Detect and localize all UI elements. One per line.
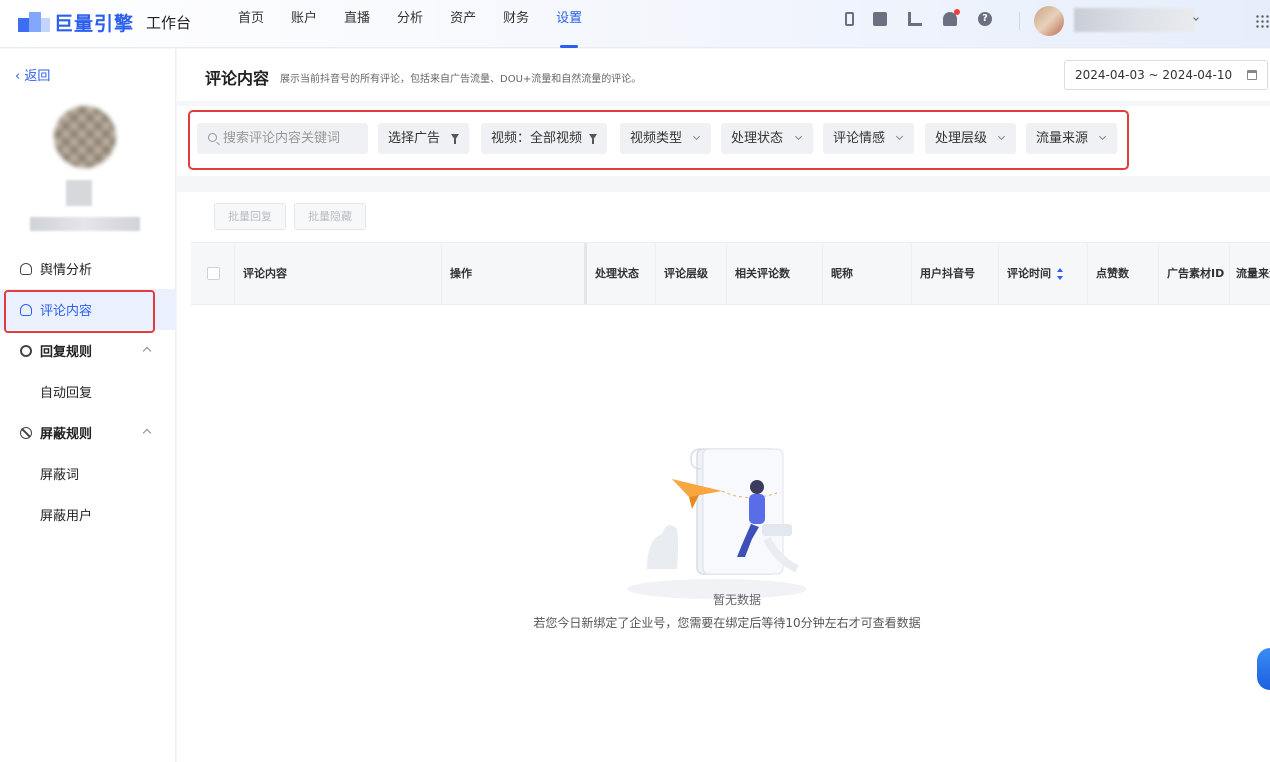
user-name-redacted[interactable] bbox=[1074, 8, 1196, 32]
main-nav: 首页 账户 直播 分析 资产 财务 设置 bbox=[238, 0, 609, 48]
column-header: 广告素材ID bbox=[1158, 243, 1230, 304]
workspace-label: 工作台 bbox=[146, 14, 192, 32]
bulk-hide-button[interactable]: 批量隐藏 bbox=[294, 203, 366, 230]
page-header: 评论内容 展示当前抖音号的所有评论，包括来自广告流量、DOU+流量和自然流量的评… bbox=[177, 49, 1270, 101]
chart-icon[interactable] bbox=[908, 12, 922, 26]
nav-analysis[interactable]: 分析 bbox=[397, 0, 423, 48]
column-header: 操作 bbox=[441, 243, 585, 304]
highlight-box-sidebar bbox=[4, 290, 155, 333]
highlight-box-filters bbox=[188, 110, 1129, 170]
calendar-icon bbox=[1247, 70, 1257, 80]
column-header: 评论层级 bbox=[655, 243, 727, 304]
select-all-checkbox[interactable] bbox=[207, 267, 220, 280]
brand-logo[interactable]: 巨量引擎 bbox=[18, 8, 134, 36]
notification-dot bbox=[954, 9, 960, 15]
column-header-label: 评论时间 bbox=[1007, 267, 1051, 280]
account-id-redacted bbox=[30, 217, 140, 231]
empty-state-title: 暂无数据 bbox=[712, 593, 761, 607]
sidebar-item-block-rules[interactable]: 屏蔽规则 bbox=[0, 412, 176, 453]
sidebar-item-blocked-words[interactable]: 屏蔽词 bbox=[0, 453, 176, 494]
back-link[interactable]: ‹ 返回 bbox=[15, 65, 50, 84]
date-range-picker[interactable]: 2024-04-03 ~ 2024-04-10 bbox=[1064, 60, 1268, 90]
column-header: 流量来源 bbox=[1229, 243, 1270, 304]
empty-state-illustration bbox=[627, 448, 807, 599]
brand-name: 巨量引擎 bbox=[54, 12, 135, 35]
sidebar-item-label: 舆情分析 bbox=[40, 263, 93, 278]
nav-live[interactable]: 直播 bbox=[344, 0, 370, 48]
help-icon[interactable]: ? bbox=[978, 12, 992, 26]
sidebar-item-label: 屏蔽词 bbox=[40, 468, 80, 483]
date-range-value: 2024-04-03 ~ 2024-04-10 bbox=[1075, 68, 1233, 82]
column-header: 昵称 bbox=[822, 243, 912, 304]
sort-icon[interactable] bbox=[1057, 268, 1064, 280]
table-header: 评论内容 操作 处理状态 评论层级 相关评论数 昵称 用户抖音号 评论时间 点赞… bbox=[191, 242, 1270, 305]
column-header: 评论内容 bbox=[234, 243, 442, 304]
bell-icon[interactable] bbox=[943, 9, 960, 26]
nav-account[interactable]: 账户 bbox=[291, 0, 317, 48]
select-all-cell bbox=[191, 243, 235, 304]
sidebar: ‹ 返回 舆情分析 评论内容 回复规则 自动回复 屏蔽规则 屏蔽词 屏蔽用户 bbox=[0, 49, 176, 762]
nav-assets[interactable]: 资产 bbox=[450, 0, 476, 48]
phone-icon[interactable] bbox=[845, 12, 854, 26]
sidebar-item-blocked-users[interactable]: 屏蔽用户 bbox=[0, 494, 176, 535]
nav-settings[interactable]: 设置 bbox=[556, 0, 582, 48]
chevron-up-icon bbox=[142, 346, 152, 356]
sidebar-item-label: 回复规则 bbox=[40, 345, 93, 360]
nav-home[interactable]: 首页 bbox=[238, 0, 264, 48]
user-avatar[interactable] bbox=[1034, 6, 1064, 36]
divider bbox=[1019, 12, 1020, 30]
logo-mark-icon bbox=[18, 10, 50, 34]
sidebar-item-label: 自动回复 bbox=[40, 386, 93, 401]
nav-finance[interactable]: 财务 bbox=[503, 0, 529, 48]
empty-state-description: 若您今日新绑定了企业号，您需要在绑定后等待10分钟左右才可查看数据 bbox=[533, 616, 921, 630]
apps-grid-icon[interactable] bbox=[1255, 14, 1269, 28]
column-header: 处理状态 bbox=[584, 243, 656, 304]
column-header-sortable[interactable]: 评论时间 bbox=[998, 243, 1088, 304]
account-info-redacted bbox=[66, 180, 92, 206]
bulk-reply-button[interactable]: 批量回复 bbox=[214, 203, 286, 230]
top-navigation-bar: 巨量引擎 工作台 首页 账户 直播 分析 资产 财务 设置 ? bbox=[0, 0, 1270, 48]
sidebar-item-reply-rules[interactable]: 回复规则 bbox=[0, 330, 176, 371]
column-header: 点赞数 bbox=[1087, 243, 1159, 304]
sidebar-item-label: 屏蔽规则 bbox=[40, 427, 93, 442]
ban-icon bbox=[20, 426, 32, 439]
toolbar-icons: ? bbox=[843, 9, 1013, 26]
account-avatar bbox=[54, 106, 116, 168]
sidebar-item-label: 屏蔽用户 bbox=[40, 509, 93, 524]
chevron-up-icon bbox=[142, 428, 152, 438]
clipboard-icon[interactable] bbox=[873, 12, 887, 26]
main-content: 评论内容 展示当前抖音号的所有评论，包括来自广告流量、DOU+流量和自然流量的评… bbox=[177, 49, 1270, 762]
page-title: 评论内容 bbox=[205, 69, 270, 88]
sidebar-item-auto-reply[interactable]: 自动回复 bbox=[0, 371, 176, 412]
page-description: 展示当前抖音号的所有评论，包括来自广告流量、DOU+流量和自然流量的评论。 bbox=[280, 74, 642, 85]
customer-service-float-button[interactable] bbox=[1257, 648, 1270, 690]
gear-icon bbox=[20, 344, 32, 357]
column-header: 用户抖音号 bbox=[911, 243, 999, 304]
person-icon bbox=[20, 262, 32, 275]
sidebar-item-sentiment[interactable]: 舆情分析 bbox=[0, 248, 176, 289]
column-header: 相关评论数 bbox=[726, 243, 823, 304]
